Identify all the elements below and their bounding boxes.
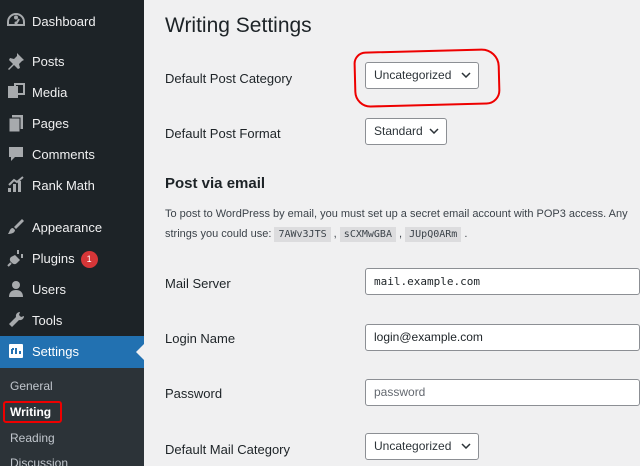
menu-rank-math[interactable]: Rank Math bbox=[0, 170, 144, 201]
menu-posts[interactable]: Posts bbox=[0, 46, 144, 77]
default-mail-category-select[interactable]: Uncategorized bbox=[365, 433, 479, 460]
post-via-email-title: Post via email bbox=[165, 175, 266, 192]
menu-comments[interactable]: Comments bbox=[0, 139, 144, 170]
wrench-icon bbox=[9, 311, 25, 327]
plug-icon bbox=[7, 250, 23, 267]
page-title: Writing Settings bbox=[165, 14, 312, 37]
dashboard-icon bbox=[7, 12, 25, 26]
plugins-update-badge: 1 bbox=[80, 251, 98, 268]
chevron-down-icon bbox=[429, 128, 439, 134]
default-post-format-label: Default Post Format bbox=[165, 126, 281, 141]
brush-icon bbox=[8, 219, 24, 234]
email-description-line2: strings you could use: 7AWv3JTS , sCXMwG… bbox=[165, 227, 468, 242]
menu-plugins-text: Plugins bbox=[32, 251, 75, 266]
menu-plugins[interactable]: Plugins 1 bbox=[0, 243, 144, 274]
writing-highlight-annotation bbox=[3, 401, 62, 423]
media-icon bbox=[8, 83, 25, 98]
submenu-reading[interactable]: Reading bbox=[10, 431, 55, 445]
chevron-down-icon bbox=[461, 443, 471, 449]
menu-users-label: Users bbox=[32, 282, 66, 297]
users-icon bbox=[9, 281, 23, 297]
password-input[interactable]: password bbox=[365, 379, 640, 406]
main-content: Writing Settings Default Post Category U… bbox=[144, 0, 640, 466]
active-menu-arrow bbox=[136, 344, 144, 360]
email-description-prefix: strings you could use: bbox=[165, 228, 272, 240]
menu-rank-math-label: Rank Math bbox=[32, 178, 95, 193]
menu-appearance-label: Appearance bbox=[32, 220, 103, 235]
menu-users[interactable]: Users bbox=[0, 274, 144, 305]
menu-settings[interactable]: Settings bbox=[0, 336, 144, 368]
default-post-category-label: Default Post Category bbox=[165, 71, 293, 86]
default-post-format-select[interactable]: Standard bbox=[365, 118, 447, 145]
submenu-general[interactable]: General bbox=[10, 379, 53, 393]
pin-icon bbox=[8, 53, 24, 70]
menu-media[interactable]: Media bbox=[0, 77, 144, 108]
menu-pages-label: Pages bbox=[32, 116, 69, 131]
menu-tools[interactable]: Tools bbox=[0, 305, 144, 336]
login-name-input[interactable]: login@example.com bbox=[365, 324, 640, 351]
menu-pages[interactable]: Pages bbox=[0, 108, 144, 139]
random-string: JUpQ0ARm bbox=[405, 227, 462, 242]
menu-dashboard-label: Dashboard bbox=[32, 14, 96, 29]
default-mail-category-label: Default Mail Category bbox=[165, 442, 290, 457]
comment-icon bbox=[9, 147, 23, 161]
default-post-format-value: Standard bbox=[374, 124, 423, 138]
menu-settings-label: Settings bbox=[32, 344, 79, 359]
menu-dashboard[interactable]: Dashboard bbox=[0, 6, 144, 37]
submenu-discussion[interactable]: Discussion bbox=[10, 456, 68, 466]
menu-appearance[interactable]: Appearance bbox=[0, 212, 144, 243]
chart-icon bbox=[8, 176, 24, 192]
menu-tools-label: Tools bbox=[32, 313, 63, 328]
mail-server-input[interactable]: mail.example.com bbox=[365, 268, 640, 295]
random-string: sCXMwGBA bbox=[339, 227, 396, 242]
admin-sidebar: Dashboard Posts Media Pages Comments Ran… bbox=[0, 0, 144, 466]
login-name-label: Login Name bbox=[165, 331, 236, 346]
settings-icon bbox=[9, 344, 23, 358]
mail-server-label: Mail Server bbox=[165, 276, 231, 291]
menu-posts-label: Posts bbox=[32, 54, 65, 69]
random-string: 7AWv3JTS bbox=[274, 227, 331, 242]
default-mail-category-value: Uncategorized bbox=[374, 439, 452, 453]
menu-media-label: Media bbox=[32, 85, 68, 100]
pages-icon bbox=[8, 115, 23, 133]
menu-plugins-label: Plugins 1 bbox=[32, 251, 98, 268]
email-description-line1: To post to WordPress by email, you must … bbox=[165, 208, 628, 220]
menu-comments-label: Comments bbox=[32, 147, 95, 162]
password-label: Password bbox=[165, 386, 223, 401]
category-highlight-annotation bbox=[353, 48, 501, 108]
